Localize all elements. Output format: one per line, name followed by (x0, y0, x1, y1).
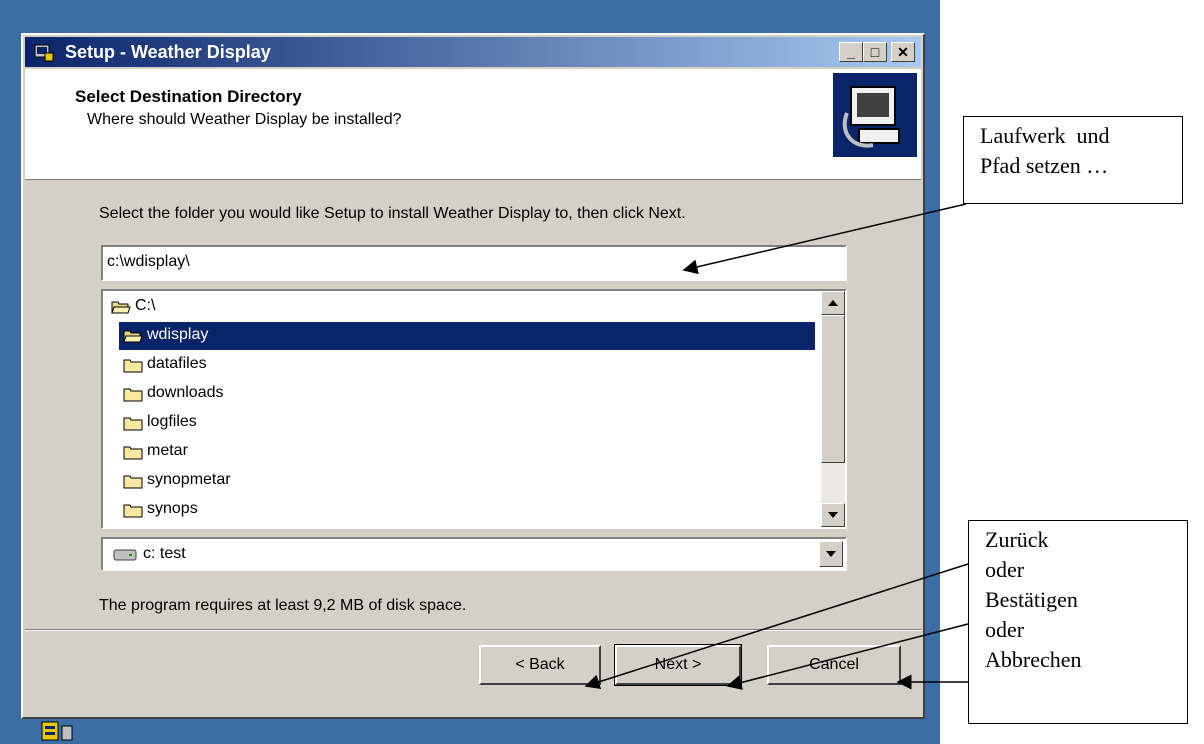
folder-icon (123, 417, 143, 431)
close-icon: ✕ (897, 44, 909, 60)
tree-item[interactable]: wdisplay (119, 322, 815, 350)
divider (25, 629, 921, 631)
tree-item[interactable]: synopmetar (119, 467, 815, 495)
path-callout-line-1: Laufwerk und (980, 123, 1110, 148)
nav-callout-line-3: Bestätigen (985, 587, 1078, 612)
nav-callout-line-4: oder (985, 617, 1025, 642)
minimize-icon: _ (847, 44, 855, 60)
tree-item[interactable]: synops (119, 496, 815, 524)
cancel-button[interactable]: Cancel (767, 645, 901, 685)
chevron-down-icon (826, 551, 836, 557)
drive-select[interactable]: c: test (101, 537, 847, 571)
back-button[interactable]: < Back (479, 645, 601, 685)
tree-item-label: synopmetar (147, 471, 231, 488)
tree-item-label: wdisplay (147, 326, 209, 343)
page-subtitle: Where should Weather Display be installe… (87, 111, 402, 128)
tree-item-label: datafiles (147, 355, 207, 372)
tree-item[interactable]: downloads (119, 380, 815, 408)
setup-app-icon (34, 44, 54, 62)
tree-item-label: metar (147, 442, 188, 459)
tree-item-label: C:\ (135, 297, 156, 314)
drive-dropdown-button[interactable] (819, 541, 843, 567)
next-button[interactable]: Next > (614, 644, 742, 686)
computer-setup-icon (833, 73, 917, 157)
scroll-up-button[interactable] (821, 291, 845, 315)
arrow-down-icon (828, 512, 838, 518)
hard-drive-icon (113, 549, 137, 561)
folder-icon (123, 388, 143, 402)
maximize-button[interactable]: □ (863, 42, 887, 62)
tree-item[interactable]: metar (119, 438, 815, 466)
instruction-text: Select the folder you would like Setup t… (99, 205, 686, 222)
path-callout: Laufwerk und Pfad setzen … (963, 116, 1183, 204)
taskbar-app-icon[interactable] (40, 720, 80, 744)
tree-item[interactable]: logfiles (119, 409, 815, 437)
close-button[interactable]: ✕ (891, 42, 915, 62)
tree-item[interactable]: datafiles (119, 351, 815, 379)
title-bar[interactable]: Setup - Weather Display _ □ ✕ (25, 37, 921, 67)
tree-scrollbar[interactable] (821, 291, 845, 527)
tree-item-label: logfiles (147, 413, 197, 430)
folder-icon (123, 504, 143, 518)
path-callout-line-2: Pfad setzen … (980, 153, 1109, 178)
folder-open-icon (111, 301, 131, 314)
destination-path-input[interactable]: c:\wdisplay\ (101, 245, 847, 281)
disk-space-text: The program requires at least 9,2 MB of … (99, 597, 467, 614)
setup-window: Setup - Weather Display _ □ ✕ Select Des… (21, 33, 925, 719)
nav-callout-line-1: Zurück (985, 527, 1049, 552)
folder-icon (123, 446, 143, 460)
nav-callout-line-5: Abbrechen (985, 647, 1082, 672)
page-title: Select Destination Directory (75, 87, 302, 106)
wizard-header: Select Destination Directory Where shoul… (25, 69, 921, 180)
navigation-callout: Zurück oder Bestätigen oder Abbrechen (968, 520, 1188, 724)
nav-callout-line-2: oder (985, 557, 1025, 582)
folder-tree[interactable]: C:\ wdisplay datafiles downloads logfiles met… (101, 289, 847, 529)
window-title: Setup - Weather Display (65, 42, 271, 62)
scroll-thumb[interactable] (821, 315, 845, 463)
arrow-up-icon (828, 300, 838, 306)
folder-open-icon (123, 330, 143, 343)
folder-icon (123, 359, 143, 373)
tree-item-label: synops (147, 500, 198, 517)
maximize-icon: □ (870, 44, 880, 60)
tree-item[interactable]: C:\ (107, 293, 815, 321)
minimize-button[interactable]: _ (839, 42, 863, 62)
tree-item-label: downloads (147, 384, 224, 401)
drive-select-value: c: test (143, 545, 186, 562)
folder-icon (123, 475, 143, 489)
scroll-down-button[interactable] (821, 503, 845, 527)
